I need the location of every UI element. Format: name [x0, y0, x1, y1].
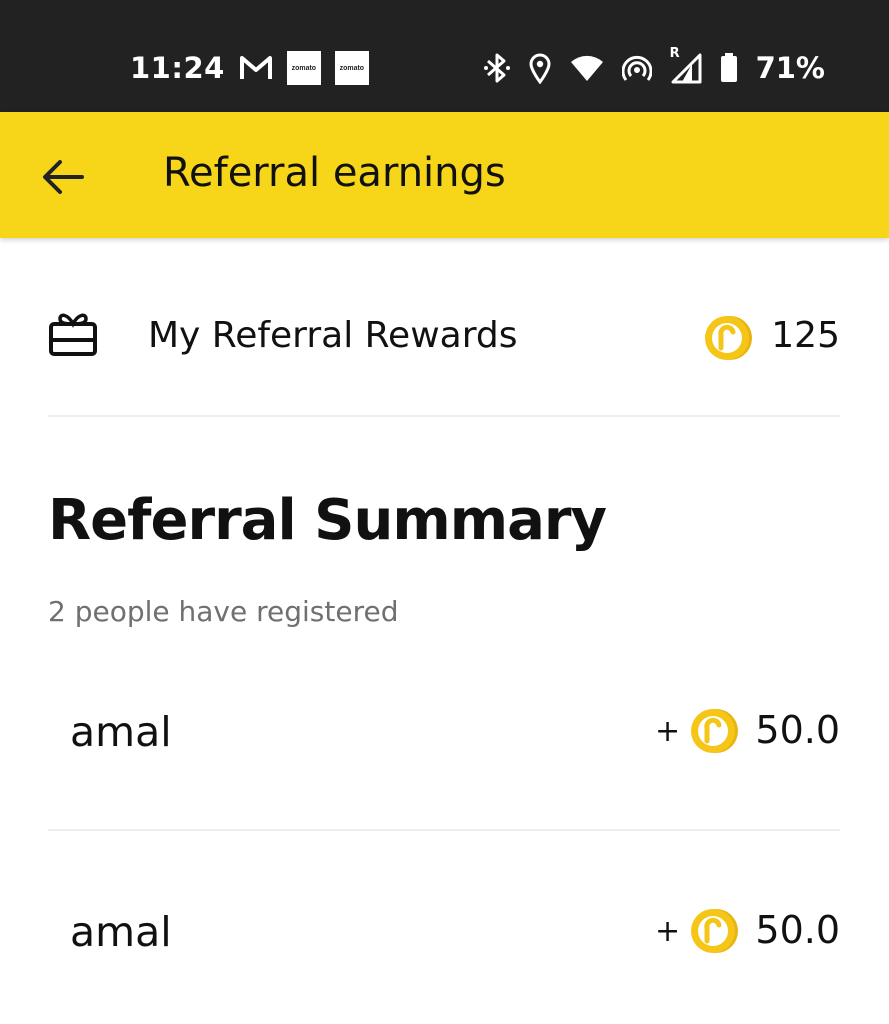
referral-plus-sign: +	[655, 914, 681, 949]
my-referral-rewards-row[interactable]: My Referral Rewards 125	[48, 295, 840, 380]
referral-row[interactable]: amal + 50.0	[70, 906, 840, 966]
gift-card-icon	[49, 313, 97, 356]
referral-amount: 50.0	[755, 708, 840, 752]
referral-plus-sign: +	[655, 714, 681, 749]
coin-icon	[705, 316, 752, 360]
coin-icon	[691, 709, 738, 753]
zomato-notification-icon-2: zomato	[334, 51, 369, 85]
gmail-icon	[239, 56, 272, 79]
wifi-icon	[570, 55, 603, 81]
status-time: 11:24	[130, 51, 225, 85]
coin-icon	[691, 909, 738, 953]
zomato-notification-icon: zomato	[286, 51, 321, 85]
status-left: 11:24 zomato zomato	[130, 44, 369, 92]
summary-subtitle: 2 people have registered	[48, 595, 399, 628]
signal-group: R	[670, 46, 702, 84]
page-title: Referral earnings	[163, 150, 506, 196]
rewards-label: My Referral Rewards	[148, 315, 518, 356]
back-button[interactable]	[40, 157, 86, 197]
location-icon	[529, 53, 551, 84]
referral-name: amal	[70, 908, 172, 956]
referral-amount: 50.0	[755, 908, 840, 952]
cell-signal-icon	[671, 53, 702, 84]
bluetooth-icon	[483, 53, 510, 83]
status-bar: 11:24 zomato zomato R 71%	[0, 0, 889, 112]
referral-row[interactable]: amal + 50.0	[70, 706, 840, 766]
battery-icon	[720, 53, 737, 82]
rewards-value: 125	[771, 315, 840, 356]
battery-percent: 71%	[755, 51, 825, 85]
hotspot-icon	[621, 55, 652, 81]
status-right: R 71%	[483, 46, 825, 90]
divider	[48, 829, 840, 831]
app-bar: Referral earnings	[0, 112, 889, 238]
summary-title: Referral Summary	[48, 488, 607, 553]
arrow-left-icon	[43, 160, 84, 194]
referral-name: amal	[70, 708, 172, 756]
divider	[48, 415, 840, 417]
